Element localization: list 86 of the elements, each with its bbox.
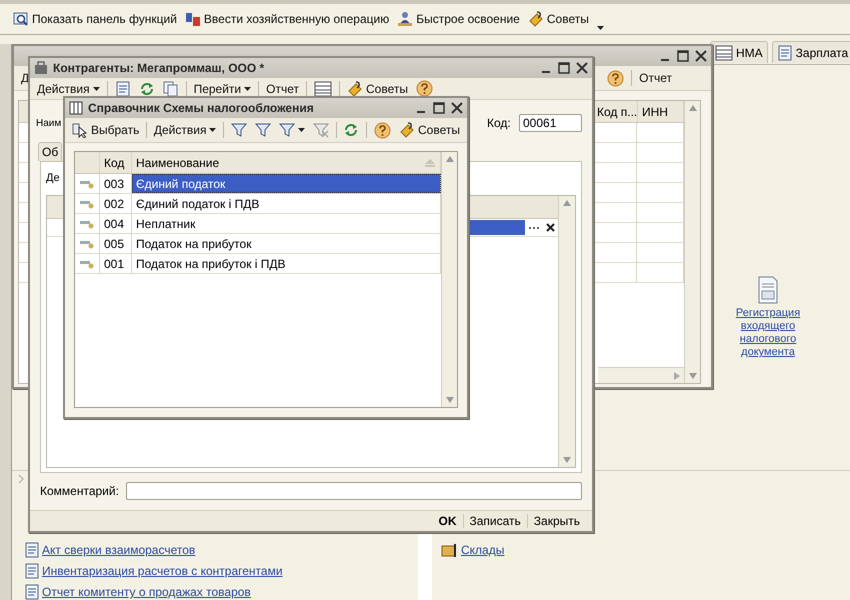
report-link[interactable]: Акт сверки взаиморасчетов bbox=[42, 543, 196, 557]
briefcase-icon bbox=[34, 61, 48, 75]
scroll-down-icon bbox=[446, 397, 454, 403]
toolbar-button[interactable]: Быстрое освоение bbox=[394, 9, 523, 29]
document-icon bbox=[114, 80, 131, 96]
dialog-button[interactable]: Закрыть bbox=[526, 514, 586, 528]
report-link[interactable]: Инвентаризация расчетов с контрагентами bbox=[42, 564, 283, 578]
tab[interactable]: НМА bbox=[710, 41, 768, 63]
sort-icon bbox=[424, 158, 436, 166]
tips-button[interactable]: Советы bbox=[396, 120, 463, 140]
vertical-scrollbar[interactable] bbox=[441, 152, 457, 407]
close-icon[interactable] bbox=[451, 102, 463, 114]
table-cell: 004 bbox=[100, 214, 132, 233]
maximize-icon[interactable] bbox=[558, 62, 570, 74]
menu-button[interactable]: Действия bbox=[34, 78, 103, 98]
help-icon bbox=[374, 122, 391, 138]
book-icon bbox=[528, 11, 544, 27]
ledger-icon bbox=[184, 11, 201, 27]
scroll-down-icon bbox=[688, 373, 696, 379]
caret-icon bbox=[596, 26, 604, 30]
tab[interactable]: Зарплата bbox=[772, 41, 850, 63]
tips-button[interactable]: Советы bbox=[524, 9, 592, 29]
table-cell[interactable]: Єдиний податок bbox=[132, 174, 441, 193]
maximize-icon[interactable] bbox=[433, 102, 445, 114]
table-cell: 005 bbox=[100, 234, 132, 253]
caret-icon bbox=[209, 128, 216, 132]
document-icon bbox=[24, 584, 40, 600]
help-icon bbox=[607, 70, 624, 86]
document-icon bbox=[24, 563, 40, 579]
dialog-button[interactable]: OK bbox=[432, 514, 462, 528]
list-icon bbox=[314, 80, 332, 96]
document-icon bbox=[24, 542, 40, 558]
scroll-right-icon bbox=[674, 372, 680, 380]
register-link[interactable]: Регистрация входящего налогового документа bbox=[730, 307, 806, 359]
table-icon bbox=[69, 101, 83, 115]
document-icon bbox=[776, 44, 793, 60]
table-cell: 002 bbox=[100, 194, 132, 213]
scroll-up-icon bbox=[688, 105, 696, 111]
tab[interactable]: Об bbox=[38, 142, 62, 161]
vertical-scrollbar[interactable] bbox=[558, 196, 575, 467]
list-icon bbox=[715, 44, 733, 60]
toolbar-button[interactable]: Отчет bbox=[263, 78, 302, 98]
clear-filter-icon bbox=[312, 122, 329, 138]
comment-field[interactable] bbox=[126, 482, 582, 500]
window-title: Контрагенты: Мегапроммаш, ООО * bbox=[53, 61, 266, 75]
caret-icon bbox=[244, 86, 252, 90]
person-icon bbox=[397, 11, 414, 27]
book-icon bbox=[398, 122, 415, 138]
scroll-up-icon bbox=[563, 200, 571, 206]
menu-button[interactable]: Перейти bbox=[190, 78, 254, 98]
field-label: Комментарий: bbox=[40, 484, 120, 498]
close-icon[interactable] bbox=[576, 62, 588, 74]
magnifier-icon bbox=[13, 11, 29, 27]
close-icon[interactable] bbox=[695, 50, 707, 62]
field-label: Наим bbox=[36, 118, 62, 128]
tips-button[interactable]: Советы bbox=[344, 78, 411, 98]
window-title: Справочник Схемы налогообложения bbox=[88, 101, 315, 115]
document-icon bbox=[757, 276, 779, 304]
caret-icon bbox=[92, 86, 100, 90]
menu-button[interactable]: Действия bbox=[150, 120, 220, 140]
copy-icon bbox=[162, 80, 179, 96]
code-field[interactable]: 00061 bbox=[519, 114, 582, 132]
scroll-down-icon bbox=[563, 457, 571, 463]
help-icon bbox=[416, 80, 433, 97]
dialog-button[interactable]: Записать bbox=[462, 514, 527, 528]
toolbar-button[interactable]: Выбрать bbox=[69, 120, 142, 140]
table-cell: 001 bbox=[100, 254, 132, 273]
maximize-icon[interactable] bbox=[677, 50, 689, 62]
column-header[interactable]: Наименование bbox=[136, 156, 220, 170]
horizontal-scrollbar[interactable] bbox=[598, 367, 684, 383]
toolbar-button[interactable]: Показать панель функций bbox=[10, 9, 180, 29]
report-link[interactable]: Отчет комитенту о продажах товаров bbox=[42, 585, 251, 599]
refresh-icon bbox=[138, 80, 155, 96]
pointer-icon bbox=[72, 122, 88, 138]
field-label: Код: bbox=[487, 116, 512, 130]
refresh-icon bbox=[343, 122, 360, 138]
book-icon bbox=[347, 80, 363, 96]
vertical-scrollbar[interactable] bbox=[684, 101, 700, 383]
shelf-icon bbox=[441, 542, 459, 558]
warehouse-link[interactable]: Склады bbox=[461, 543, 504, 557]
toolbar-button[interactable]: Ввести хозяйственную операцию bbox=[182, 9, 392, 29]
toolbar-button[interactable]: Отчет bbox=[636, 68, 675, 88]
selected-field[interactable] bbox=[467, 220, 525, 235]
column-header[interactable]: Код bbox=[100, 152, 132, 173]
caret-icon bbox=[298, 128, 305, 132]
section-label: Де bbox=[46, 172, 60, 186]
